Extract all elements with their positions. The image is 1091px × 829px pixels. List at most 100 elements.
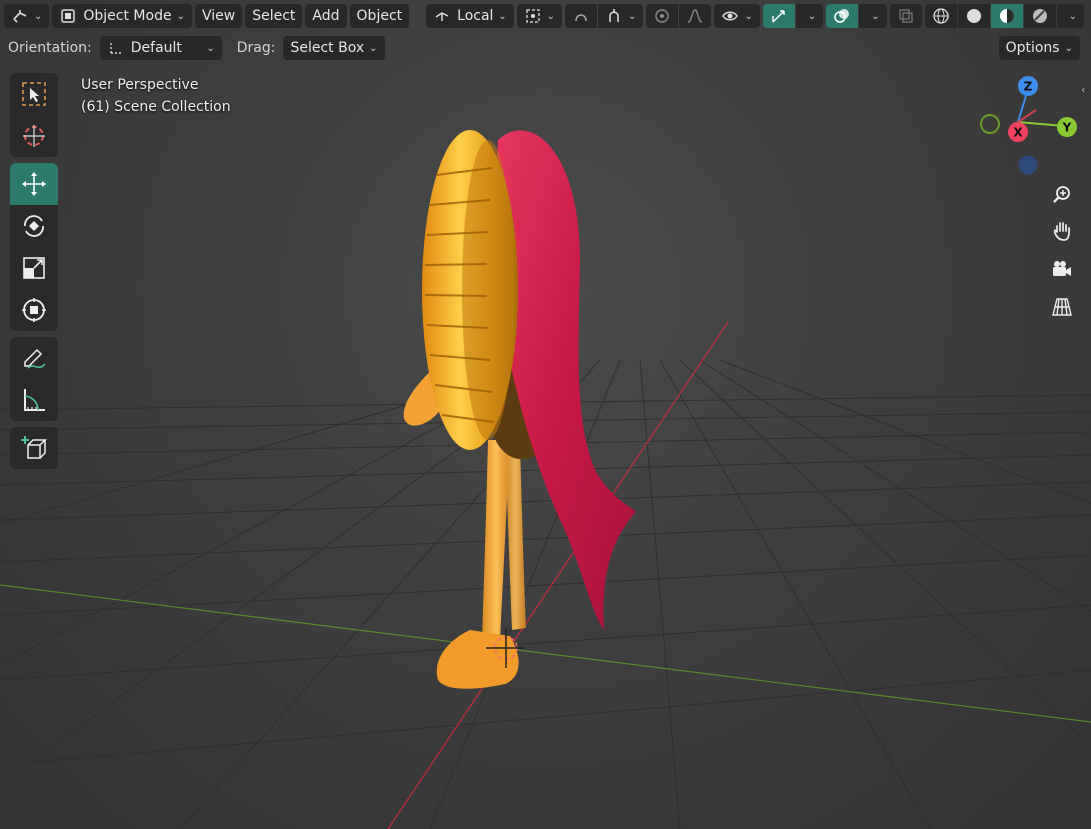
shading-solid-button[interactable] [957,4,990,28]
object-mode-icon [59,7,77,25]
pan-button[interactable] [1046,215,1078,247]
chevron-down-icon: ⌄ [807,10,817,22]
axis-x-label: X [1013,126,1023,140]
measure-tool[interactable] [10,379,58,421]
options-dropdown[interactable]: Options ⌄ [998,36,1080,60]
solid-icon [965,7,983,25]
axis-neg-z-handle [1018,155,1038,175]
falloff-curve-icon [686,7,704,25]
gizmo-dropdown[interactable]: ⌄ [795,4,824,28]
pivot-point-dropdown[interactable]: ⌄ [516,4,563,28]
transform-orientation-dropdown[interactable]: Local ⌄ [426,4,514,28]
menu-add[interactable]: Add [305,4,347,28]
hand-pan-icon [1053,222,1070,241]
zoom-button[interactable] [1046,179,1078,211]
tool-group-transform [10,163,58,331]
select-box-icon [22,82,46,106]
chevron-down-icon: ⌄ [546,10,556,22]
snap-target-icon [605,7,623,25]
tool-group-select [10,73,58,157]
material-preview-icon [998,7,1016,25]
chevron-down-icon: ⌄ [744,10,753,22]
coin-character-model[interactable] [0,0,1091,829]
scale-tool[interactable] [10,247,58,289]
tool-group-add [10,427,58,469]
mode-dropdown[interactable]: Object Mode ⌄ [52,4,192,28]
proportional-falloff-dropdown[interactable] [679,4,712,28]
chevron-down-icon: ⌄ [498,10,507,22]
rotate-tool[interactable] [10,205,58,247]
xray-icon [897,7,915,25]
drag-value: Select Box [290,40,365,56]
overlay-toggle[interactable] [826,4,859,28]
rendered-icon [1031,7,1049,25]
menu-object[interactable]: Object [349,4,410,28]
cursor-tool[interactable] [10,115,58,157]
overlay-dropdown[interactable]: ⌄ [859,4,887,28]
pivot-icon [524,7,542,25]
annotate-tool[interactable] [10,337,58,379]
viewport-info: User Perspective (61) Scene Collection [81,74,231,118]
chevron-down-icon: ⌄ [369,42,378,54]
wireframe-icon [932,7,950,25]
chevron-down-icon: ⌄ [871,10,880,22]
axis-z-label: Z [1024,80,1033,94]
chevron-down-icon: ⌄ [628,10,637,22]
tool-group-annotate [10,337,58,421]
axis-neg-y-handle [980,114,1000,134]
perspective-grid-icon [1052,298,1072,316]
rotate-icon [24,215,44,237]
move-tool[interactable] [10,163,58,205]
shading-rendered-button[interactable] [1023,4,1056,28]
view3d-icon [11,7,29,25]
menu-view[interactable]: View [194,4,243,28]
orientation-dropdown[interactable]: Default ⌄ [99,36,222,60]
eye-icon [721,7,739,25]
visibility-dropdown[interactable]: ⌄ [714,4,760,28]
mode-label: Object Mode [83,8,172,24]
xray-toggle[interactable] [889,4,922,28]
drag-dropdown[interactable]: Select Box ⌄ [283,36,385,60]
chevron-down-icon: ⌄ [206,42,215,54]
tool-shelf [10,73,58,475]
orientation-value: Default [130,40,182,56]
collection-name: (61) Scene Collection [81,99,231,115]
proportional-edit-toggle[interactable] [646,4,679,28]
select-box-tool[interactable] [10,73,58,115]
add-cube-tool[interactable] [10,427,58,469]
sidebar-toggle-arrow[interactable]: ‹ [1081,83,1091,99]
transform-tool[interactable] [10,289,58,331]
3d-viewport[interactable] [0,0,1091,829]
chevron-down-icon: ⌄ [34,10,43,22]
shading-wireframe-button[interactable] [924,4,957,28]
transform-icon [22,298,46,322]
drag-label: Drag: [236,40,276,56]
orientation-label: Orientation: [8,40,92,56]
annotate-icon [24,348,46,369]
shading-options-dropdown[interactable]: ⌄ [1056,4,1084,28]
chevron-down-icon: ⌄ [1064,42,1073,54]
view-name: User Perspective [81,77,199,93]
axis-y-label: Y [1062,121,1072,135]
orientation-label: Local [457,8,494,24]
proportional-edit-icon [653,7,671,25]
gizmo-toggle[interactable] [762,4,795,28]
add-cube-icon [21,436,47,459]
navigation-gizmo[interactable]: Z Y X [976,72,1086,182]
zoom-icon [1053,186,1070,203]
snap-target-dropdown[interactable]: ⌄ [598,4,644,28]
tool-settings-bar: Orientation: Default ⌄ Drag: Select Box … [0,34,1091,62]
local-axes-icon [433,7,451,25]
snap-toggle[interactable] [565,4,598,28]
chevron-down-icon: ⌄ [1068,10,1077,22]
chevron-down-icon: ⌄ [176,10,185,22]
editor-type-button[interactable]: ⌄ [4,4,50,28]
viewport-header: ⌄ Object Mode ⌄ View Select Add Object L… [0,0,1091,32]
camera-view-button[interactable] [1046,253,1078,285]
perspective-toggle-button[interactable] [1046,291,1078,323]
measure-icon [24,389,45,411]
shading-material-preview-button[interactable] [990,4,1023,28]
camera-icon [1053,261,1071,276]
menu-select[interactable]: Select [245,4,303,28]
orientation-axes-icon [107,39,125,57]
